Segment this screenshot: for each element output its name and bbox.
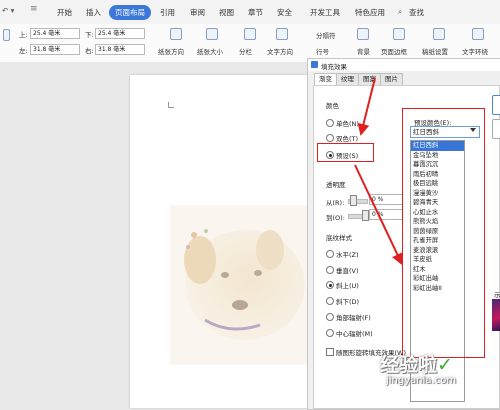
paper-direction-button[interactable]: 纸张方向 (158, 46, 184, 56)
left-margin-input[interactable]: 31.8 毫米 (30, 44, 80, 55)
right-margin-label: 右: (85, 47, 94, 55)
tab-view[interactable]: 视图 (219, 7, 234, 18)
rotate-fill-checkbox[interactable] (326, 348, 334, 356)
bottom-margin-input[interactable]: 25.4 毫米 (95, 28, 145, 39)
annotation-arrows (354, 77, 403, 266)
dog-photo-faded[interactable] (170, 205, 310, 365)
tab-find[interactable]: 查找 (409, 7, 424, 18)
undo-icon[interactable]: ↶ ▾ (2, 6, 14, 15)
margins-icon[interactable] (3, 29, 10, 41)
preset-list-highlight (402, 108, 485, 358)
tab-home[interactable]: 开始 (57, 7, 72, 18)
shading-corner-label: 角部辐射(F) (336, 314, 371, 322)
tab-review[interactable]: 审阅 (190, 7, 205, 18)
check-icon: ✓ (437, 354, 453, 376)
paper-size-button[interactable]: 纸张大小 (197, 46, 223, 56)
right-margin-input[interactable]: 31.8 毫米 (95, 44, 145, 55)
sample-label: 示 (494, 291, 500, 299)
watermark: 经验啦✓ jingyanla.com (380, 355, 456, 387)
paper-size-icon[interactable] (206, 28, 218, 40)
page-corner-marker (168, 102, 174, 108)
cancel-button[interactable] (492, 119, 500, 139)
tab-references[interactable]: 引用 (160, 7, 175, 18)
tab-page-layout[interactable]: 页面布局 (109, 5, 151, 20)
tab-special[interactable]: 特色应用 (355, 7, 385, 18)
page-border-icon[interactable] (393, 28, 405, 40)
tab-insert[interactable]: 插入 (86, 7, 101, 18)
tab-chapter[interactable]: 章节 (248, 7, 263, 18)
radio-shading-diagonal-down[interactable] (326, 297, 334, 305)
gradient-sample-swatch (492, 299, 500, 331)
top-margin-input[interactable]: 25.4 毫米 (30, 28, 80, 39)
text-wrap-icon[interactable] (472, 28, 484, 40)
text-direction-icon[interactable] (276, 28, 288, 40)
page-border-button[interactable]: 页面边框 (381, 46, 407, 56)
columns-icon[interactable] (244, 28, 256, 40)
radio-shading-corner[interactable] (326, 313, 334, 321)
shading-diagonal-down-label: 斜下(D) (336, 298, 360, 306)
top-margin-label: 上: (19, 31, 28, 39)
line-numbers-button[interactable]: 行号 (316, 46, 329, 56)
tab-developer[interactable]: 开发工具 (310, 7, 340, 18)
left-margin-label: 左: (19, 47, 28, 55)
text-wrap-button[interactable]: 文字环绕 (462, 46, 488, 56)
manuscript-icon[interactable] (433, 28, 445, 40)
background-icon[interactable] (357, 28, 369, 40)
radio-shading-center[interactable] (326, 329, 334, 337)
separator-button[interactable]: 分隔符 (316, 30, 336, 40)
watermark-url: jingyanla.com (386, 375, 457, 386)
shading-center-label: 中心辐射(M) (336, 330, 373, 338)
search-icon[interactable]: ⌕ (398, 7, 402, 17)
ribbon-tab-bar: ↶ ▾ ≡ 开始 插入 页面布局 引用 审阅 视图 章节 安全 开发工具 特色应… (0, 0, 500, 24)
columns-button[interactable]: 分栏 (239, 46, 252, 56)
bottom-margin-label: 下: (85, 31, 94, 39)
background-button[interactable]: 背景 (357, 46, 370, 56)
ribbon-more-icon[interactable]: ≡ (30, 4, 38, 14)
paper-direction-icon[interactable] (170, 28, 182, 40)
manuscript-button[interactable]: 稿纸设置 (422, 46, 448, 56)
text-direction-button[interactable]: 文字方向 (267, 46, 293, 56)
tab-security[interactable]: 安全 (277, 7, 292, 18)
ok-button[interactable] (492, 95, 500, 115)
watermark-text: 经验啦 (380, 354, 438, 376)
